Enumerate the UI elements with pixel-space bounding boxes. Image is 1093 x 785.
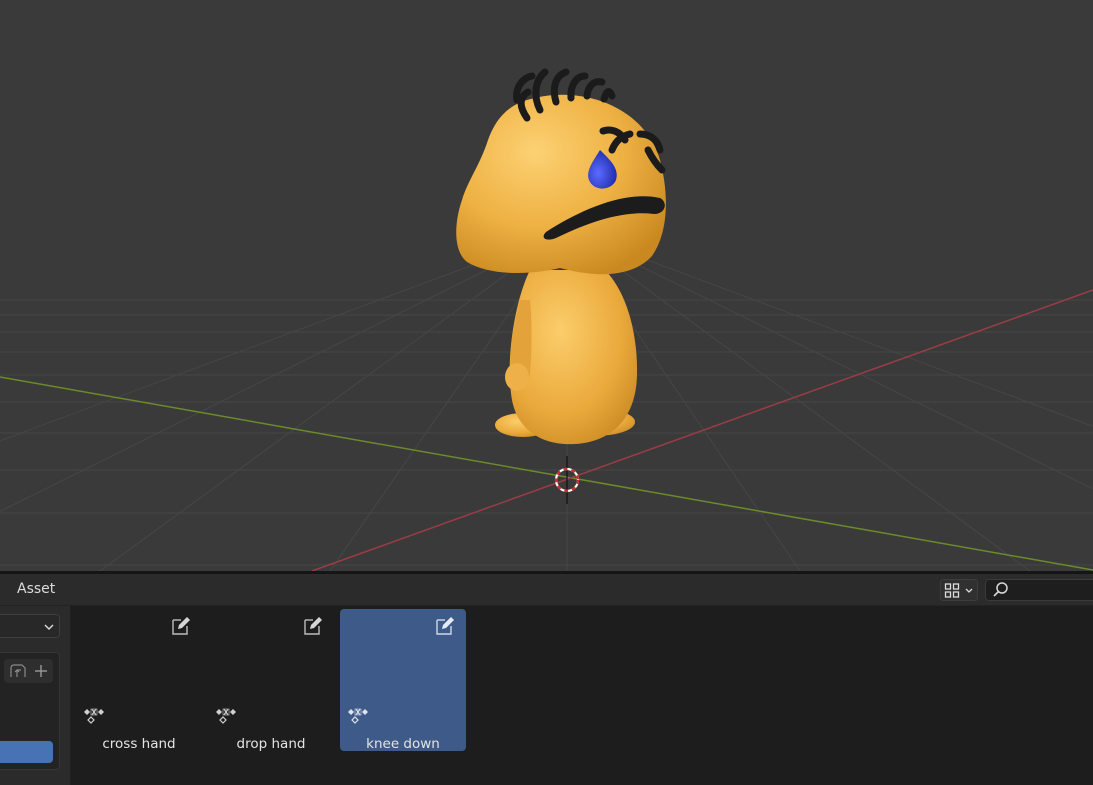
pose-keyframe-icon — [216, 708, 236, 724]
asset-tile-drop-hand[interactable]: drop hand — [208, 609, 334, 752]
character-model[interactable] — [456, 68, 666, 445]
asset-grid: cross hand drop hand knee down — [71, 606, 1093, 785]
viewport-scene — [0, 68, 1093, 571]
catalog-item-selected[interactable] — [0, 741, 53, 763]
pose-keyframe-icon — [348, 708, 368, 724]
asset-label: cross hand — [102, 736, 176, 752]
3d-cursor-icon[interactable] — [554, 456, 580, 504]
chevron-down-icon — [44, 624, 54, 630]
catalog-toolbar — [4, 659, 53, 683]
asset-library-sidebar — [0, 606, 71, 785]
edit-pose-icon[interactable] — [170, 615, 192, 637]
asset-library-dropdown[interactable] — [0, 614, 60, 638]
3d-viewport[interactable] — [0, 0, 1093, 571]
menu-asset[interactable]: Asset — [8, 580, 64, 598]
asset-label: drop hand — [236, 736, 306, 752]
chevron-down-icon — [965, 588, 973, 593]
asset-tile-knee-down[interactable]: knee down — [340, 609, 466, 752]
search-input[interactable] — [985, 579, 1093, 602]
edit-pose-icon[interactable] — [434, 615, 456, 637]
pose-keyframe-icon — [84, 708, 104, 724]
asset-label: knee down — [366, 736, 440, 752]
asset-browser-header: Asset — [0, 574, 1093, 606]
display-mode-button[interactable] — [940, 579, 978, 601]
catalog-tree — [0, 652, 60, 770]
search-field[interactable] — [1012, 580, 1093, 602]
search-icon — [993, 582, 1008, 597]
new-catalog-icon[interactable] — [6, 659, 30, 683]
edit-pose-icon[interactable] — [302, 615, 324, 637]
asset-tile-cross-hand[interactable]: cross hand — [76, 609, 202, 752]
grid-view-icon — [944, 583, 973, 598]
plus-icon[interactable] — [30, 659, 52, 683]
